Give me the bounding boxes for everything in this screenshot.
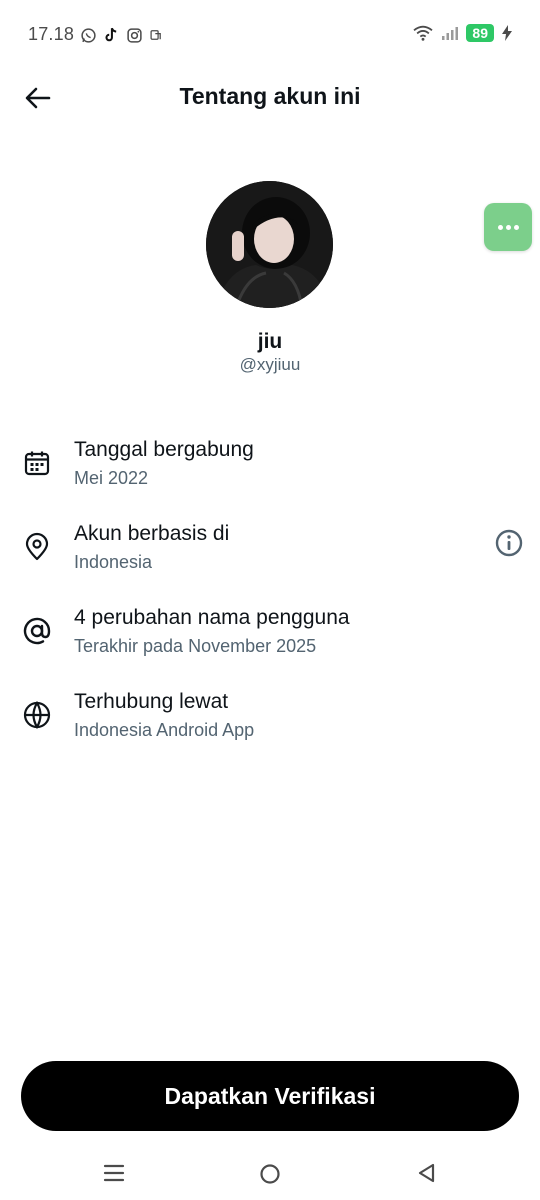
- info-row-connected-via: Terhubung lewat Indonesia Android App: [0, 690, 540, 750]
- signal-icon: [442, 27, 459, 40]
- recent-apps-button[interactable]: [103, 1163, 125, 1183]
- dot: [505, 224, 511, 230]
- info-row-join-date: Tanggal bergabung Mei 2022: [0, 438, 540, 498]
- info-value: Indonesia: [74, 552, 153, 572]
- charging-icon: [502, 25, 512, 41]
- info-value: Mei 2022: [74, 468, 149, 488]
- status-time: 17.18: [28, 24, 75, 44]
- info-label: Terhubung lewat: [74, 690, 229, 713]
- dot: [513, 224, 519, 230]
- avatar[interactable]: [206, 181, 333, 308]
- app-icon: [150, 30, 161, 40]
- info-label: Akun berbasis di: [74, 522, 230, 545]
- location-pin-icon: [25, 532, 49, 561]
- notification-icons: [80, 26, 163, 44]
- at-sign-icon: [23, 617, 51, 645]
- calendar-icon: [24, 451, 50, 476]
- home-button[interactable]: [259, 1163, 281, 1185]
- info-row-account-based-in: Akun berbasis di Indonesia: [0, 522, 540, 582]
- info-row-username-changes: 4 perubahan nama pengguna Terakhir pada …: [0, 606, 540, 666]
- whatsapp-icon: [81, 27, 96, 43]
- wifi-icon: [413, 25, 433, 41]
- tiktok-icon: [105, 27, 117, 42]
- info-label: Tanggal bergabung: [74, 438, 254, 461]
- arrow-left-icon: [25, 87, 51, 109]
- avatar-photo: [206, 181, 333, 308]
- page-title: Tentang akun ini: [179, 83, 361, 109]
- nav-back-button[interactable]: [416, 1162, 436, 1184]
- info-value: Terakhir pada November 2025: [74, 636, 317, 656]
- info-icon[interactable]: [494, 528, 524, 558]
- globe-icon: [23, 700, 51, 730]
- username-handle: @xyjiuu: [239, 355, 301, 374]
- info-label: 4 perubahan nama pengguna: [74, 606, 350, 629]
- display-name: jiu: [257, 330, 283, 353]
- info-value: Indonesia Android App: [74, 720, 255, 740]
- get-verified-button[interactable]: Dapatkan Verifikasi: [21, 1061, 519, 1131]
- battery-level: 89: [466, 24, 494, 42]
- status-right: 89: [412, 24, 512, 42]
- instagram-icon: [127, 27, 142, 43]
- dot: [497, 224, 503, 230]
- floating-more-button[interactable]: [484, 203, 532, 251]
- back-button[interactable]: [22, 82, 54, 114]
